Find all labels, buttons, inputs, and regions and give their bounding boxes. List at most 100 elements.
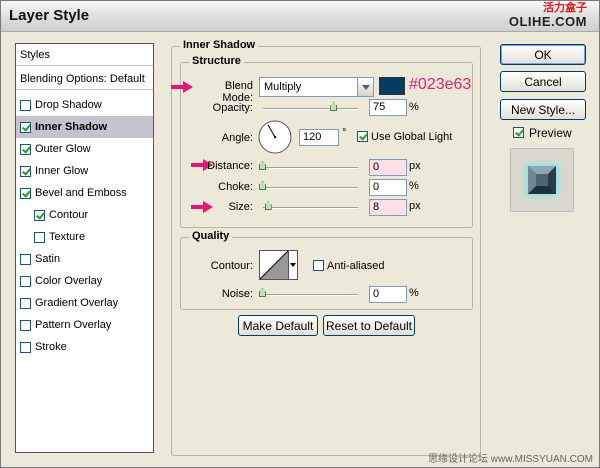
style-checkbox[interactable]	[20, 319, 31, 331]
chevron-down-icon[interactable]	[357, 78, 373, 96]
reset-to-default-label: Reset to Default	[325, 318, 413, 333]
make-default-button[interactable]: Make Default	[238, 315, 318, 336]
degree-symbol: °	[342, 127, 347, 139]
style-item-label: Stroke	[35, 341, 67, 353]
style-checkbox[interactable]	[20, 187, 31, 199]
ok-label: OK	[534, 47, 552, 62]
blending-options[interactable]: Blending Options: Default	[16, 68, 153, 90]
style-checkbox[interactable]	[20, 297, 31, 309]
size-label: Size:	[228, 201, 253, 213]
structure-title: Structure	[189, 55, 244, 67]
cancel-label: Cancel	[524, 74, 562, 89]
title-bar: Layer Style 活力盒子 OLIHE.COM	[1, 1, 599, 32]
style-item-label: Texture	[49, 231, 86, 243]
style-item-satin[interactable]: Satin	[16, 248, 153, 270]
make-default-label: Make Default	[242, 318, 314, 333]
quality-title: Quality	[189, 230, 233, 242]
watermark-logo: 活力盒子 OLIHE.COM	[508, 2, 587, 29]
style-checkbox[interactable]	[20, 165, 31, 177]
choke-label: Choke:	[218, 181, 253, 193]
style-item-label: Drop Shadow	[35, 99, 102, 111]
style-item-label: Color Overlay	[35, 275, 103, 287]
angle-input[interactable]: 120	[299, 129, 339, 146]
anti-aliased-label: Anti-aliased	[327, 260, 385, 272]
watermark-cn: 活力盒子	[543, 2, 587, 14]
contour-preview[interactable]	[259, 250, 289, 280]
layer-style-dialog: Layer Style 活力盒子 OLIHE.COM Styles Blendi…	[0, 0, 600, 468]
style-checkbox[interactable]	[34, 209, 45, 221]
style-item-label: Gradient Overlay	[35, 297, 119, 309]
style-item-label: Satin	[35, 253, 61, 265]
style-item-label: Inner Shadow	[35, 121, 108, 133]
opacity-input[interactable]: 75	[369, 99, 407, 116]
opacity-unit: %	[409, 101, 419, 113]
style-item-contour[interactable]: Contour	[16, 204, 153, 226]
style-checkbox[interactable]	[34, 231, 45, 243]
noise-unit: %	[409, 287, 419, 299]
contour-label: Contour:	[210, 260, 253, 272]
noise-label: Noise:	[221, 288, 253, 300]
style-item-label: Bevel and Emboss	[35, 187, 127, 199]
new-style-label: New Style...	[510, 102, 576, 117]
style-item-drop-shadow[interactable]: Drop Shadow	[16, 94, 153, 116]
style-item-color-overlay[interactable]: Color Overlay	[16, 270, 153, 292]
use-global-light-checkbox[interactable]	[357, 131, 368, 142]
reset-to-default-button[interactable]: Reset to Default	[323, 315, 415, 336]
preview-label: Preview	[529, 126, 572, 140]
cancel-button[interactable]: Cancel	[500, 71, 586, 92]
style-checkbox[interactable]	[20, 121, 31, 133]
arrow-blend-mode-icon	[171, 81, 193, 93]
new-style-button[interactable]: New Style...	[500, 99, 586, 120]
blend-mode-select[interactable]: Multiply	[259, 77, 374, 97]
use-global-light-label: Use Global Light	[371, 131, 453, 143]
angle-label: Angle:	[221, 132, 253, 144]
style-item-inner-shadow[interactable]: Inner Shadow	[16, 116, 153, 138]
styles-list: Styles Blending Options: Default Drop Sh…	[15, 43, 154, 453]
inner-shadow-title: Inner Shadow	[180, 39, 259, 51]
contour-dropdown-arrow-icon[interactable]	[289, 250, 298, 280]
distance-label: Distance:	[207, 160, 253, 172]
preview-checkbox[interactable]	[513, 127, 524, 138]
style-item-gradient-overlay[interactable]: Gradient Overlay	[16, 292, 153, 314]
shadow-color-swatch[interactable]	[379, 77, 405, 95]
style-item-stroke[interactable]: Stroke	[16, 336, 153, 358]
style-item-inner-glow[interactable]: Inner Glow	[16, 160, 153, 182]
color-annotation: #023e63	[409, 76, 472, 93]
opacity-label: Opacity:	[212, 102, 253, 114]
size-input[interactable]: 8	[369, 199, 407, 216]
style-item-label: Inner Glow	[35, 165, 89, 177]
blending-options-label: Blending Options: Default	[20, 72, 145, 85]
style-item-pattern-overlay[interactable]: Pattern Overlay	[16, 314, 153, 336]
style-item-label: Contour	[49, 209, 89, 221]
preview-bevel-shape	[526, 164, 558, 196]
preview-swatch	[510, 148, 574, 212]
style-item-label: Pattern Overlay	[35, 319, 112, 331]
noise-input[interactable]: 0	[369, 286, 407, 303]
styles-header[interactable]: Styles	[16, 44, 153, 66]
angle-dial[interactable]	[257, 119, 293, 155]
style-item-texture[interactable]: Texture	[16, 226, 153, 248]
style-checkbox[interactable]	[20, 275, 31, 287]
anti-aliased-checkbox[interactable]	[313, 260, 324, 271]
size-slider-track[interactable]	[263, 207, 358, 209]
style-item-outer-glow[interactable]: Outer Glow	[16, 138, 153, 160]
style-checkbox[interactable]	[20, 143, 31, 155]
opacity-slider-track[interactable]	[263, 108, 358, 110]
choke-input[interactable]: 0	[369, 179, 407, 196]
style-checkbox[interactable]	[20, 253, 31, 265]
style-checkbox[interactable]	[20, 99, 31, 111]
choke-unit: %	[409, 180, 419, 192]
blend-mode-label: Blend Mode:	[222, 80, 253, 104]
dialog-title: Layer Style	[9, 7, 90, 24]
watermark-bottom: 思缘设计论坛 www.MISSYUAN.COM	[427, 454, 593, 465]
ok-button[interactable]: OK	[500, 44, 586, 65]
choke-slider-track[interactable]	[263, 187, 358, 189]
style-item-label: Outer Glow	[35, 143, 91, 155]
noise-slider-track[interactable]	[263, 294, 358, 296]
style-checkbox[interactable]	[20, 341, 31, 353]
distance-slider-track[interactable]	[263, 167, 358, 169]
watermark-en: OLIHE.COM	[508, 14, 587, 29]
distance-input[interactable]: 0	[369, 159, 407, 176]
style-item-bevel-and-emboss[interactable]: Bevel and Emboss	[16, 182, 153, 204]
size-unit: px	[409, 200, 421, 212]
